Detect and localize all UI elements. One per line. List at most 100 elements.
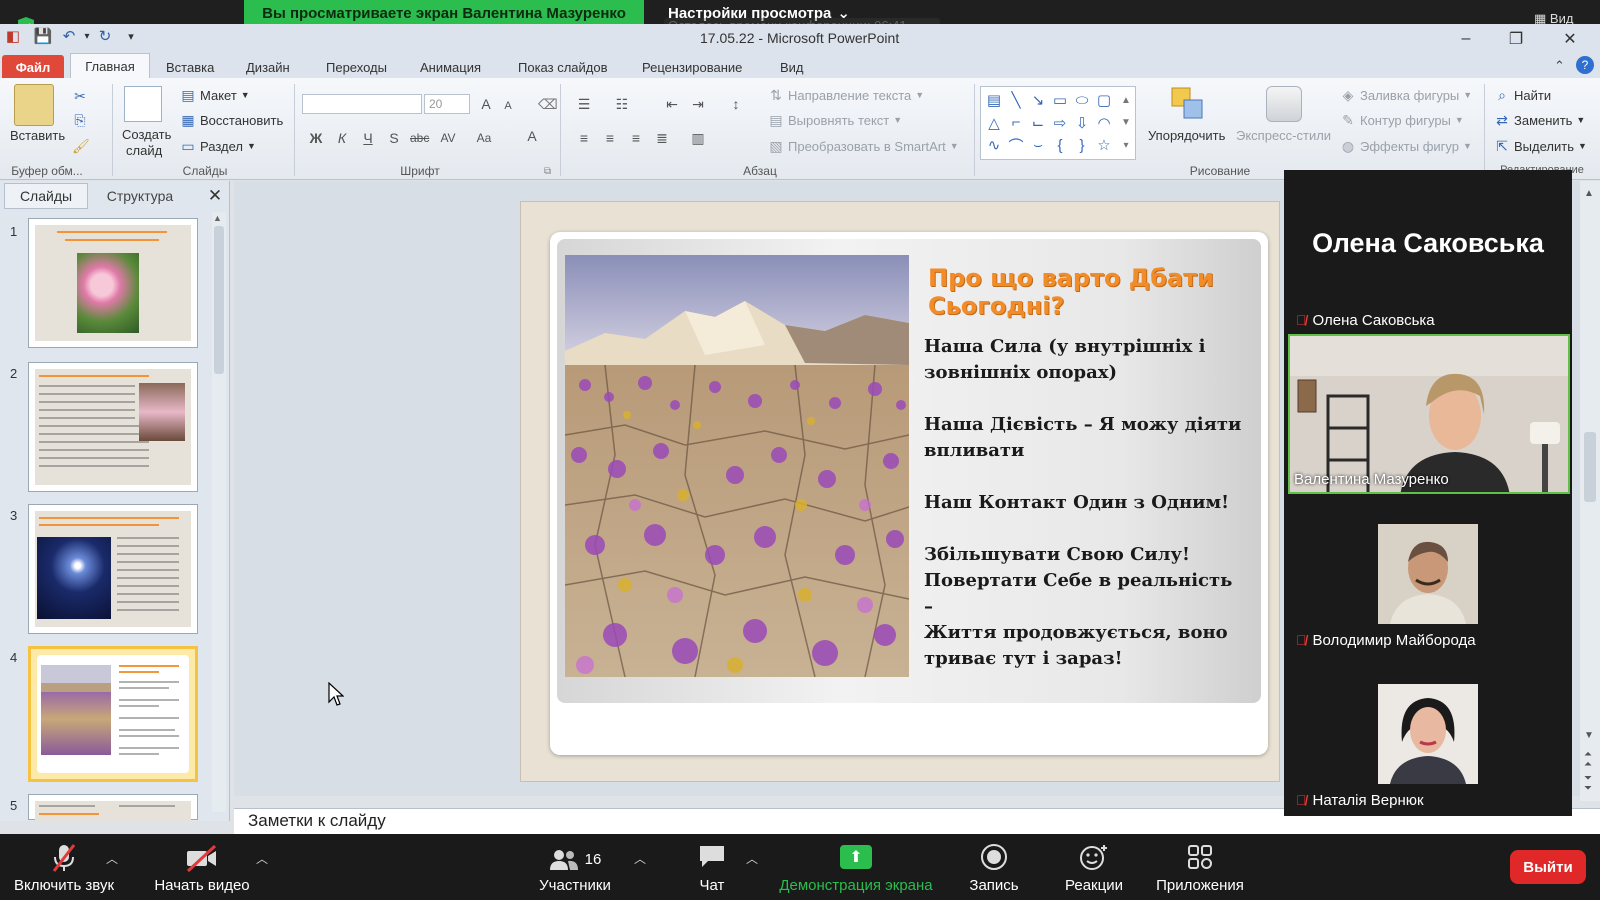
textbox-shape-icon[interactable]: ▤ (984, 90, 1004, 110)
curved-shape-icon[interactable]: ◠ (1094, 113, 1114, 133)
underline-icon[interactable]: Ч (360, 130, 376, 146)
scroll-up-icon[interactable]: ▲ (1584, 188, 1594, 199)
undo-dropdown-icon[interactable]: ▾ (78, 27, 96, 45)
record-button[interactable]: Запись (956, 838, 1032, 900)
slide-thumbnail-3[interactable] (28, 504, 198, 634)
scroll-down-icon[interactable]: ▼ (1584, 730, 1594, 741)
help-icon[interactable]: ? (1576, 56, 1594, 74)
shape-effects-button[interactable]: ◍ Эффекты фигур ▼ (1340, 138, 1472, 154)
reactions-button[interactable]: Реакции (1054, 838, 1134, 900)
format-painter-icon[interactable]: 🖌 (72, 138, 90, 154)
participant-video-tile[interactable]: Валентина Мазуренко (1288, 334, 1570, 494)
quick-styles-button[interactable]: Экспресс-стили (1236, 128, 1331, 143)
restore-icon[interactable]: ❐ (1502, 28, 1530, 50)
numbering-icon[interactable]: ☷ (614, 96, 630, 112)
participants-options-caret-icon[interactable]: ︿ (634, 850, 646, 867)
line-spacing-icon[interactable]: ↕ (728, 96, 744, 112)
tab-insert[interactable]: Вставка (160, 56, 220, 78)
char-spacing-icon[interactable]: AV (440, 130, 456, 146)
chat-button[interactable]: Чат (672, 838, 752, 900)
leave-meeting-button[interactable]: Выйти (1510, 850, 1586, 884)
slide-thumbnail-5[interactable] (28, 794, 198, 821)
right-arrow-shape-icon[interactable]: ⇨ (1050, 113, 1070, 133)
apps-button[interactable]: Приложения (1150, 838, 1250, 900)
close-panel-icon[interactable]: ✕ (206, 186, 224, 206)
tab-transitions[interactable]: Переходы (320, 56, 393, 78)
align-center-icon[interactable]: ≡ (602, 130, 618, 146)
text-direction-button[interactable]: ⇅ Направление текста ▼ (768, 87, 924, 103)
collapse-ribbon-icon[interactable]: ⌃ (1554, 58, 1565, 74)
freeform-shape-icon[interactable]: ∿ (984, 135, 1004, 155)
customize-qat-icon[interactable]: ▾ (122, 27, 140, 45)
unmute-button[interactable]: Включить звук (4, 838, 124, 900)
align-left-icon[interactable]: ≡ (576, 130, 592, 146)
bold-icon[interactable]: Ж (308, 130, 324, 146)
decrease-indent-icon[interactable]: ⇤ (664, 96, 680, 112)
audio-options-caret-icon[interactable]: ︿ (106, 850, 118, 867)
align-right-icon[interactable]: ≡ (628, 130, 644, 146)
tab-view[interactable]: Вид (774, 56, 810, 78)
paste-button[interactable]: Вставить (10, 128, 65, 143)
undo-icon[interactable]: ↶ (60, 27, 78, 45)
elbow-connector-shape-icon[interactable]: ⌐ (1006, 113, 1026, 133)
rounded-rect-shape-icon[interactable]: ▢ (1094, 90, 1114, 110)
section-button[interactable]: ▭ Раздел ▼ (180, 138, 256, 154)
slide-thumbnail-1[interactable] (28, 218, 198, 348)
shadow-icon[interactable]: S (386, 130, 402, 146)
slide-scrollbar-thumb[interactable] (1584, 432, 1596, 502)
tab-review[interactable]: Рецензирование (636, 56, 748, 78)
oval-shape-icon[interactable]: ⬭ (1072, 90, 1092, 110)
slide-bullet-2[interactable]: Наша Дієвість – Я можу діяти впливати (924, 412, 1244, 464)
close-icon[interactable]: ✕ (1556, 28, 1584, 50)
tab-structure-panel[interactable]: Структура (92, 183, 188, 209)
shrink-font-icon[interactable]: A (500, 98, 516, 114)
next-slide-icon[interactable]: ⏷ ⏷ (1584, 774, 1592, 794)
rectangle-shape-icon[interactable]: ▭ (1050, 90, 1070, 110)
font-size-field[interactable]: 20 (424, 94, 470, 114)
line-shape-icon[interactable]: ╲ (1006, 90, 1026, 110)
tab-home[interactable]: Главная (70, 53, 150, 79)
previous-slide-icon[interactable]: ⏶ ⏶ (1584, 750, 1592, 770)
save-icon[interactable]: 💾 (34, 27, 53, 45)
increase-indent-icon[interactable]: ⇥ (690, 96, 706, 112)
curve-shape-icon[interactable]: ⌣ (1028, 135, 1048, 155)
slide-bullet-3[interactable]: Наш Контакт Один з Одним! (924, 490, 1244, 516)
elbow-arrow-shape-icon[interactable]: ⌙ (1028, 113, 1048, 133)
share-screen-button[interactable]: ⬆ Демонстрация экрана (772, 838, 940, 900)
copy-icon[interactable]: ⎘ (72, 112, 88, 128)
video-options-caret-icon[interactable]: ︿ (256, 850, 268, 867)
find-button[interactable]: ⌕ Найти (1494, 87, 1551, 103)
columns-icon[interactable]: ▥ (690, 130, 706, 146)
change-case-icon[interactable]: Aa (476, 130, 492, 146)
tab-animation[interactable]: Анимация (414, 56, 487, 78)
slide-bullet-1[interactable]: Наша Сила (у внутрішніх і зовнішніх опор… (924, 334, 1244, 386)
chat-options-caret-icon[interactable]: ︿ (746, 850, 758, 867)
dialog-launcher-icon[interactable]: ⧉ (544, 166, 551, 177)
new-slide-button-line1[interactable]: Создать (122, 127, 171, 142)
convert-smartart-button[interactable]: ▧ Преобразовать в SmartArt ▼ (768, 138, 958, 154)
slide-thumbnail-4[interactable] (28, 646, 198, 782)
right-brace-shape-icon[interactable]: } (1072, 135, 1092, 155)
tab-file[interactable]: Файл (2, 55, 64, 79)
justify-icon[interactable]: ≣ (654, 130, 670, 146)
minimize-icon[interactable]: – (1452, 28, 1480, 50)
grow-font-icon[interactable]: A (478, 96, 494, 112)
gallery-scroll-down-icon[interactable]: ▼ (1116, 113, 1136, 133)
arc-shape-icon[interactable]: ⌒ (1006, 135, 1026, 155)
arrow-line-shape-icon[interactable]: ↘ (1028, 90, 1048, 110)
clear-formatting-icon[interactable]: ⌫ (538, 96, 558, 112)
star-shape-icon[interactable]: ☆ (1094, 135, 1114, 155)
layout-button[interactable]: ▤ Макет ▼ (180, 87, 249, 103)
reset-button[interactable]: ▦ Восстановить (180, 112, 283, 128)
font-color-icon[interactable]: A (524, 128, 540, 144)
redo-icon[interactable]: ↻ (96, 27, 114, 45)
arrange-button[interactable]: Упорядочить (1148, 128, 1225, 143)
thumbnail-scrollbar-thumb[interactable] (214, 226, 224, 374)
left-brace-shape-icon[interactable]: { (1050, 135, 1070, 155)
gallery-more-icon[interactable]: ▾ (1116, 135, 1136, 155)
italic-icon[interactable]: К (334, 130, 350, 146)
desert-flowers-photo[interactable] (565, 255, 909, 677)
gallery-scroll-up-icon[interactable]: ▲ (1116, 90, 1136, 110)
replace-button[interactable]: ⇄ Заменить ▼ (1494, 112, 1585, 128)
slide-title[interactable]: Про що варто Дбати Сьогодні? (928, 264, 1248, 320)
